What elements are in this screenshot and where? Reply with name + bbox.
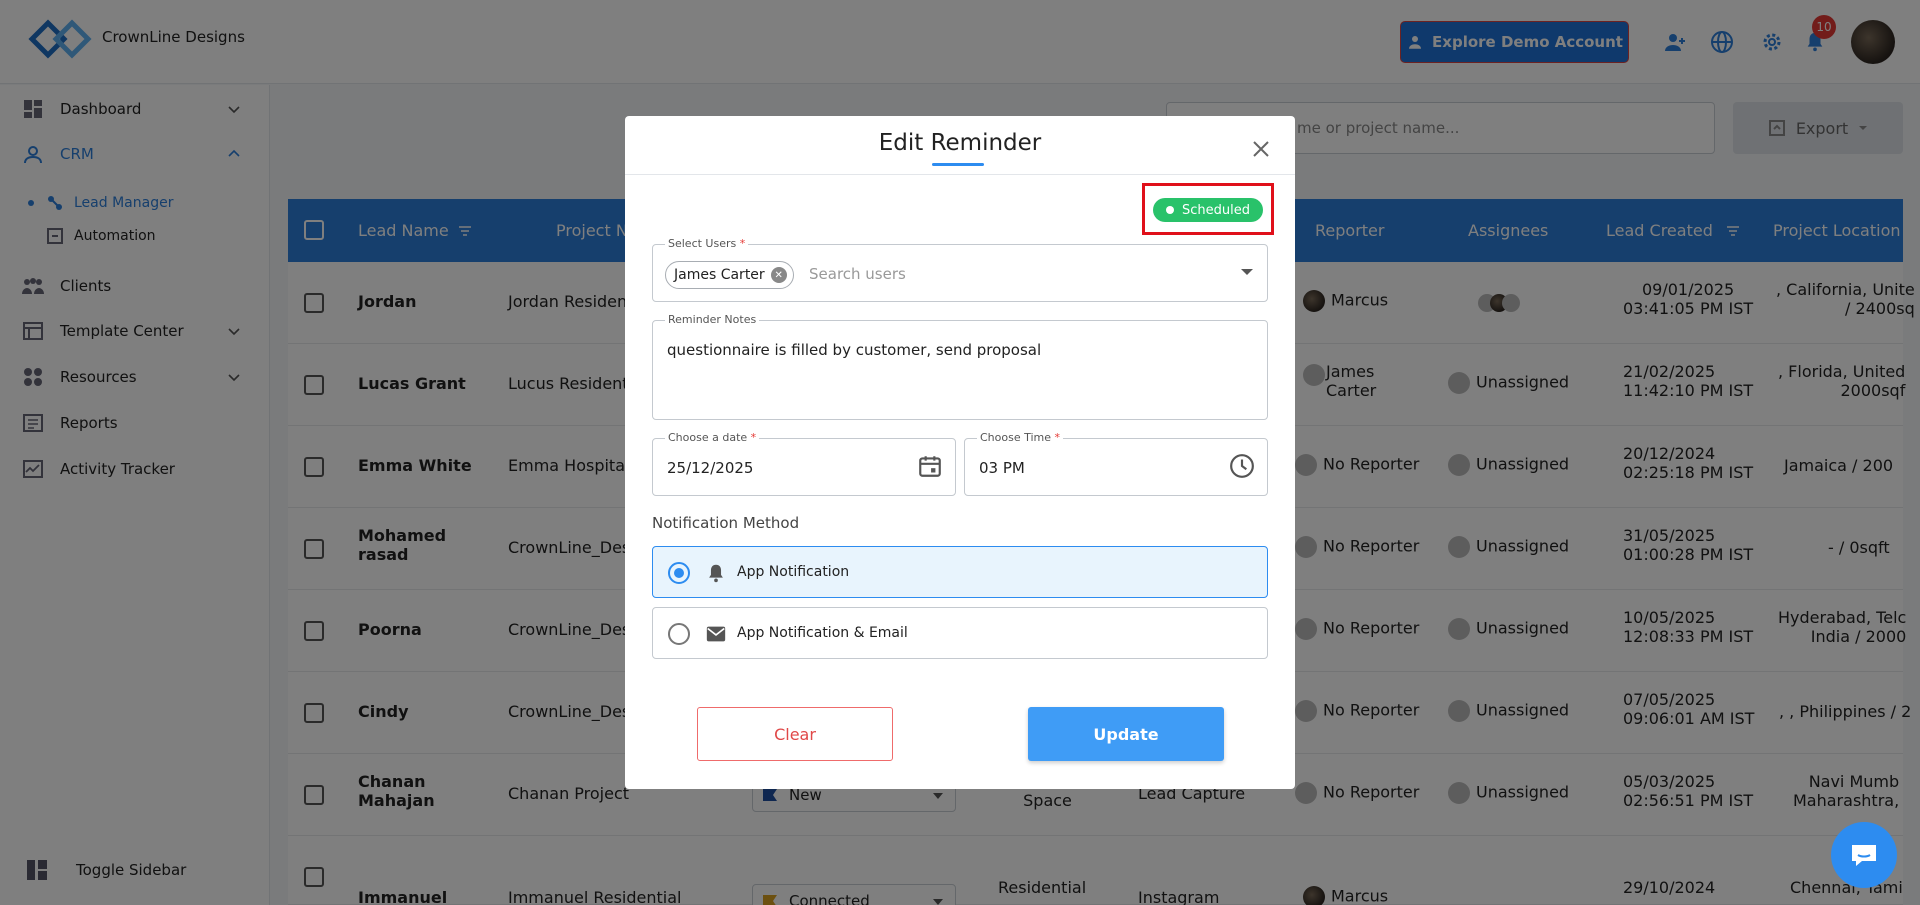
- date-field[interactable]: Choose a date * 25/12/2025: [652, 431, 956, 496]
- label-text: Choose Time: [980, 431, 1052, 444]
- date-value: 25/12/2025: [667, 459, 754, 477]
- dropdown-arrow-icon[interactable]: [1241, 269, 1253, 275]
- status-text: Scheduled: [1182, 202, 1250, 218]
- option-label: App Notification & Email: [737, 625, 908, 641]
- app-notification-option[interactable]: App Notification: [652, 546, 1268, 598]
- reminder-notes-label: Reminder Notes: [665, 313, 760, 327]
- date-label: Choose a date *: [665, 431, 760, 445]
- status-badge: Scheduled: [1153, 198, 1263, 222]
- notification-method-label: Notification Method: [652, 514, 800, 532]
- select-users-label: Select Users *: [665, 237, 749, 251]
- time-value: 03 PM: [979, 459, 1025, 477]
- bell-icon: [709, 564, 723, 583]
- update-button[interactable]: Update: [1028, 707, 1224, 761]
- calendar-icon[interactable]: [917, 453, 943, 479]
- dialog-title: Edit Reminder: [878, 130, 1042, 156]
- label-text: Choose a date: [668, 431, 748, 444]
- reminder-notes-text[interactable]: questionnaire is filled by customer, sen…: [667, 341, 1041, 359]
- mail-icon: [706, 626, 726, 642]
- close-icon[interactable]: [1247, 135, 1275, 163]
- chat-icon: [1852, 845, 1876, 866]
- search-users-input[interactable]: Search users: [809, 265, 906, 283]
- label-text: Select Users: [668, 237, 737, 250]
- user-chip[interactable]: James Carter ✕: [665, 261, 794, 289]
- select-users-field[interactable]: Select Users * James Carter ✕ Search use…: [652, 237, 1268, 302]
- time-field[interactable]: Choose Time * 03 PM: [964, 431, 1268, 496]
- clock-icon[interactable]: [1229, 453, 1255, 479]
- reminder-notes-field[interactable]: Reminder Notes questionnaire is filled b…: [652, 313, 1268, 420]
- time-label: Choose Time *: [977, 431, 1064, 445]
- clear-button[interactable]: Clear: [697, 707, 893, 761]
- radio-unselected[interactable]: [668, 623, 690, 645]
- remove-chip-icon[interactable]: ✕: [770, 267, 787, 283]
- radio-selected[interactable]: [668, 562, 690, 584]
- divider: [625, 174, 1295, 175]
- app-notification-email-option[interactable]: App Notification & Email: [652, 607, 1268, 659]
- required-mark: *: [1054, 431, 1061, 444]
- required-mark: *: [750, 431, 757, 444]
- title-underline: [932, 163, 984, 166]
- status-dot-icon: [1166, 206, 1174, 214]
- chat-support-button[interactable]: [1831, 822, 1897, 888]
- edit-reminder-dialog: Edit Reminder Scheduled Select Users * J…: [625, 116, 1295, 789]
- required-mark: *: [739, 237, 746, 250]
- option-label: App Notification: [737, 564, 850, 580]
- chip-label: James Carter: [674, 267, 765, 283]
- status-highlight: Scheduled: [1142, 183, 1274, 235]
